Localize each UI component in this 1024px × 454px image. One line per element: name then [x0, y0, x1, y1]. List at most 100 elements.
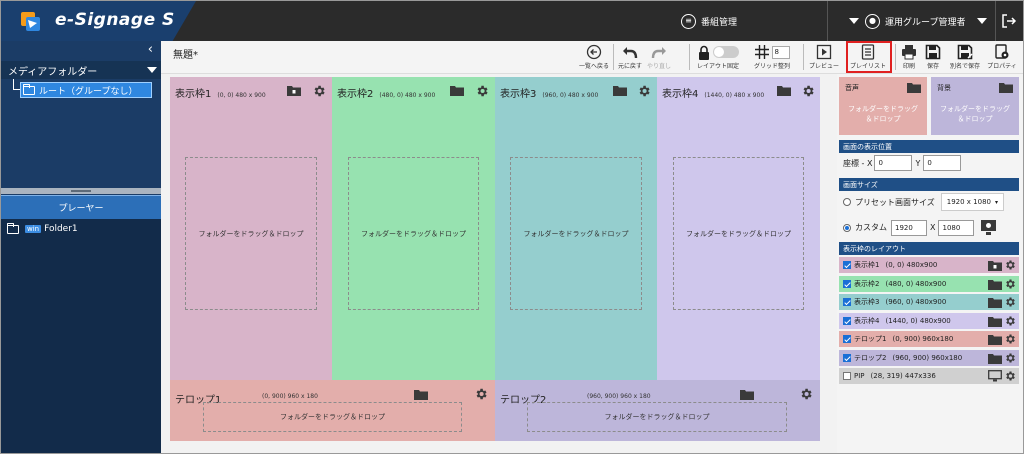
gear-icon[interactable]	[474, 387, 488, 401]
layout-lock-switch[interactable]	[712, 46, 739, 58]
layer-meta: (0, 0) 480x900	[885, 261, 938, 269]
folder-icon[interactable]	[414, 388, 428, 400]
gear-icon[interactable]	[799, 387, 813, 401]
layer-meta: (1440, 0) 480x900	[885, 316, 951, 325]
user-icon: ●	[865, 13, 880, 29]
layout-layer-row[interactable]: テロップ2 (960, 900) 960x180	[839, 349, 1019, 366]
audio-tile[interactable]: 音声 フォルダーをドラッグ ＆ドロップ	[839, 77, 927, 135]
media-folder-header[interactable]: メディアフォルダー	[1, 61, 161, 79]
folder-icon[interactable]	[740, 388, 754, 400]
position-y-input[interactable]: 0	[923, 155, 962, 171]
preview-button[interactable]: プレビュー	[807, 44, 841, 74]
layer-visibility-checkbox[interactable]	[843, 316, 851, 325]
folder-icon[interactable]	[988, 315, 1002, 327]
grid-size-input[interactable]: 8	[771, 45, 790, 59]
custom-size-radio[interactable]	[843, 223, 851, 232]
ticker-drop-zone[interactable]: フォルダーをドラッグ＆ドロップ	[527, 402, 787, 432]
display-frame-4[interactable]: 表示枠4 (1440, 0) 480 x 900 フォルダーをドラッグ＆ドロップ	[657, 77, 820, 383]
ticker-frame-1[interactable]: テロップ1 (0, 900) 960 x 180 フォルダーをドラッグ＆ドロップ	[170, 380, 495, 441]
folder-icon[interactable]	[613, 84, 627, 96]
gear-icon[interactable]	[1004, 296, 1016, 308]
layer-name: 表示枠3	[854, 298, 880, 306]
gear-icon[interactable]	[312, 84, 326, 98]
gear-icon[interactable]	[801, 84, 815, 98]
custom-width-input[interactable]: 1920	[891, 219, 927, 236]
frame-drop-zone[interactable]: フォルダーをドラッグ＆ドロップ	[348, 157, 479, 310]
layer-visibility-checkbox[interactable]	[843, 279, 851, 288]
properties-button[interactable]: プロパティ	[985, 44, 1019, 74]
display-frame-1[interactable]: 表示枠1 (0, 0) 480 x 900 フォルダーをドラッグ＆ドロップ	[170, 77, 332, 383]
background-tile[interactable]: 背景 フォルダーをドラッグ ＆ドロップ	[931, 77, 1019, 135]
gear-icon[interactable]	[1004, 259, 1016, 271]
folder-tree-root[interactable]: ルート（グループなし）	[20, 82, 152, 98]
folder-lock-icon[interactable]	[287, 84, 301, 96]
audio-title: 音声	[845, 84, 859, 92]
layer-visibility-checkbox[interactable]	[843, 372, 851, 380]
display-frame-2[interactable]: 表示枠2 (480, 0) 480 x 900 フォルダーをドラッグ＆ドロップ	[332, 77, 495, 383]
gear-icon[interactable]	[1004, 352, 1016, 364]
preset-size-radio[interactable]	[843, 198, 851, 206]
player-header[interactable]: プレーヤー	[1, 195, 161, 219]
layout-layer-row[interactable]: 表示枠3 (960, 0) 480x900	[839, 294, 1019, 310]
gear-icon[interactable]	[1004, 333, 1016, 345]
folder-icon[interactable]	[988, 296, 1002, 308]
layer-visibility-checkbox[interactable]	[843, 335, 851, 343]
gear-icon[interactable]	[475, 84, 489, 98]
frame-title: 表示枠3 (960, 0) 480 x 900	[500, 85, 598, 100]
preset-size-select[interactable]: 1920 x 1080 ▾	[940, 193, 1005, 211]
program-manage-link[interactable]: ≡ 番組管理	[681, 1, 737, 41]
layout-layer-row[interactable]: 表示枠4 (1440, 0) 480x900	[839, 312, 1019, 329]
position-section-header: 画面の表示位置	[839, 140, 1019, 153]
folder-icon[interactable]	[988, 278, 1002, 290]
layout-lock-toggle[interactable]: レイアウト固定	[693, 44, 743, 74]
folder-icon[interactable]	[907, 81, 921, 93]
gear-icon[interactable]	[1004, 315, 1016, 327]
save-as-button[interactable]: 別名で保存	[947, 44, 983, 74]
layout-layer-row[interactable]: 表示枠2 (480, 0) 480x900	[839, 275, 1019, 292]
frame-drop-zone[interactable]: フォルダーをドラッグ＆ドロップ	[510, 157, 642, 310]
redo-button[interactable]: やり直し	[645, 44, 673, 74]
layout-layer-row[interactable]: PIP (28, 319) 447x336	[839, 368, 1019, 384]
folder-lock-icon[interactable]	[988, 259, 1002, 271]
undo-button[interactable]: 元に戻す	[617, 44, 643, 74]
frame-title-text: 表示枠1	[175, 89, 212, 100]
sidebar-collapse-button[interactable]: ‹	[148, 42, 153, 57]
folder-icon[interactable]	[777, 84, 791, 96]
audio-drop-zone[interactable]: フォルダーをドラッグ ＆ドロップ	[839, 104, 927, 124]
monitor-settings-icon[interactable]	[980, 219, 997, 236]
logout-button[interactable]	[1001, 1, 1017, 41]
monitor-icon[interactable]	[988, 370, 1002, 382]
position-x-input[interactable]: 0	[874, 155, 913, 171]
gear-icon[interactable]	[1004, 278, 1016, 290]
properties-label: プロパティ	[987, 63, 1017, 70]
gear-icon[interactable]	[637, 84, 651, 98]
toolbar: 無題* 一覧へ戻る 元に戻す やり直し レイアウト固定 8 グリッド整列 プレビ…	[161, 41, 1023, 74]
folder-icon[interactable]	[999, 81, 1013, 93]
user-dropdown-button[interactable]	[977, 1, 993, 41]
folder-icon[interactable]	[450, 84, 464, 96]
preset-size-row[interactable]: プリセット画面サイズ 1920 x 1080 ▾	[843, 193, 1005, 211]
folder-icon[interactable]	[988, 352, 1002, 364]
grid-align-control[interactable]: 8 グリッド整列	[747, 44, 797, 74]
layer-icons	[988, 296, 1016, 308]
layer-visibility-checkbox[interactable]	[843, 353, 851, 362]
user-menu[interactable]: ● 運用グループ管理者	[849, 1, 965, 41]
frame-drop-zone[interactable]: フォルダーをドラッグ＆ドロップ	[673, 157, 804, 310]
background-drop-zone[interactable]: フォルダーをドラッグ ＆ドロップ	[931, 104, 1019, 124]
sidebar-splitter[interactable]	[1, 188, 161, 194]
folder-icon[interactable]	[988, 333, 1002, 345]
layout-layer-row[interactable]: テロップ1 (0, 900) 960x180	[839, 331, 1019, 347]
save-button[interactable]: 保存	[921, 44, 945, 74]
frame-drop-zone[interactable]: フォルダーをドラッグ＆ドロップ	[185, 157, 317, 310]
display-frame-3[interactable]: 表示枠3 (960, 0) 480 x 900 フォルダーをドラッグ＆ドロップ	[495, 77, 657, 383]
custom-height-input[interactable]: 1080	[938, 219, 975, 236]
layer-visibility-checkbox[interactable]	[843, 261, 851, 269]
layout-layer-row[interactable]: 表示枠1 (0, 0) 480x900	[839, 257, 1019, 273]
print-button[interactable]: 印刷	[899, 44, 919, 74]
ticker-frame-2[interactable]: テロップ2 (960, 900) 960 x 180 フォルダーをドラッグ＆ドロ…	[495, 380, 820, 441]
gear-icon[interactable]	[1004, 370, 1016, 382]
ticker-drop-zone[interactable]: フォルダーをドラッグ＆ドロップ	[203, 402, 462, 432]
player-folder-item[interactable]: win Folder1	[7, 222, 78, 234]
back-to-list-button[interactable]: 一覧へ戻る	[579, 44, 609, 74]
layer-visibility-checkbox[interactable]	[843, 298, 851, 306]
